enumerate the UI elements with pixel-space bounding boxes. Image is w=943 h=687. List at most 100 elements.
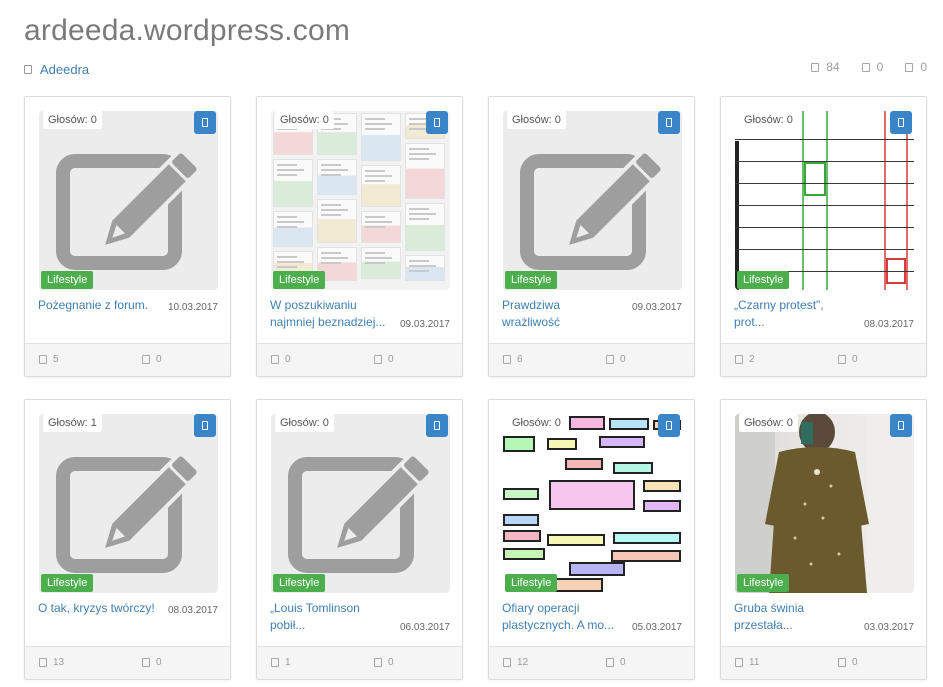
author-row: Adeedra [24,62,89,77]
likes-count: 0 [606,354,626,365]
flowchart-box [609,418,649,430]
comment-icon [735,355,743,364]
comments-count: 13 [39,657,64,668]
category-badge[interactable]: Lifestyle [505,271,558,289]
flowchart-box [503,548,545,560]
post-card[interactable]: Głosów: 0 Lifestyle „Louis Tomlinson pob… [256,399,463,680]
likes-value: 0 [620,657,626,668]
likes-value: 0 [156,354,162,365]
flowchart-box [549,480,635,510]
post-thumbnail[interactable] [503,414,682,593]
screenshot-tile [273,211,313,247]
screenshot-tile [361,211,401,243]
comments-count: 12 [503,657,528,668]
likes-value: 0 [156,657,162,668]
comments-count: 6 [503,354,523,365]
bookmark-button[interactable] [890,111,912,134]
category-badge[interactable]: Lifestyle [273,271,326,289]
likes-value: 0 [388,354,394,365]
post-card[interactable]: Głosów: 0 Lifestyle Ofiary operacji plas… [488,399,695,680]
post-info: „Louis Tomlinson pobił... 06.03.2017 [270,600,450,640]
like-icon [142,658,150,667]
flowchart-box [503,436,535,452]
bookmark-button[interactable] [426,111,448,134]
category-badge[interactable]: Lifestyle [505,574,558,592]
comment-icon [271,355,279,364]
post-info: Gruba świnia przestała... 03.03.2017 [734,600,914,640]
stat-likes: 0 [905,60,927,74]
comments-value: 5 [53,354,59,365]
likes-value: 0 [388,657,394,668]
votes-label: Głosów: 1 [43,414,102,432]
bookmark-button[interactable] [426,414,448,437]
comment-icon [39,355,47,364]
bookmark-icon [898,421,904,430]
post-card[interactable]: Głosów: 0 Lifestyle „Czarny protest", pr… [720,96,927,377]
post-card[interactable]: Głosów: 0 Lifestyle Prawdziwa wrażliwość… [488,96,695,377]
bookmark-icon [202,118,208,127]
bookmark-button[interactable] [194,414,216,437]
category-badge[interactable]: Lifestyle [41,271,94,289]
table-rule [735,227,914,228]
bookmark-button[interactable] [194,111,216,134]
bookmark-icon [666,118,672,127]
like-icon [838,355,846,364]
comment-icon [39,658,47,667]
post-date: 08.03.2017 [860,319,914,330]
category-badge[interactable]: Lifestyle [737,574,790,592]
flowchart-box [613,532,681,544]
likes-count: 0 [374,657,394,668]
post-thumbnail[interactable] [39,414,218,593]
votes-label: Głosów: 0 [739,414,798,432]
post-card[interactable]: Głosów: 0 Lifestyle Pożegnanie z forum. … [24,96,231,377]
post-date: 09.03.2017 [396,319,450,330]
stat-posts-value: 84 [826,60,840,74]
category-badge[interactable]: Lifestyle [737,271,790,289]
table-rule [735,249,914,250]
flowchart-box [611,550,681,562]
likes-icon [905,62,914,72]
table-rule [735,161,914,162]
post-info: Ofiary operacji plastycznych. A mo... 05… [502,600,682,640]
post-thumbnail[interactable] [503,111,682,290]
screenshot-tile [405,143,445,199]
card-footer: 5 0 [25,343,230,376]
post-date: 03.03.2017 [860,622,914,633]
post-date: 08.03.2017 [164,605,218,616]
post-info: Prawdziwa wrażliwość 09.03.2017 [502,297,682,337]
post-thumbnail[interactable] [39,111,218,290]
category-badge[interactable]: Lifestyle [273,574,326,592]
bookmark-button[interactable] [890,414,912,437]
votes-label: Głosów: 0 [275,414,334,432]
post-thumbnail[interactable] [735,414,914,593]
table-rule [735,183,914,184]
edit-pencil-icon [288,455,430,573]
post-thumbnail[interactable] [271,111,450,290]
bookmark-button[interactable] [658,111,680,134]
screenshot-tile [361,247,401,279]
card-footer: 1 0 [257,646,462,679]
site-title[interactable]: ardeeda.wordpress.com [24,14,350,48]
stat-posts: 84 [811,60,840,74]
post-card[interactable]: Głosów: 0 Lifestyle W poszukiwaniu najmn… [256,96,463,377]
post-info: Pożegnanie z forum. 10.03.2017 [38,297,218,337]
bookmark-icon [898,118,904,127]
post-thumbnail[interactable] [271,414,450,593]
bookmark-button[interactable] [658,414,680,437]
post-thumbnail[interactable] [735,111,914,290]
flowchart-box [613,462,653,474]
flowchart-box [599,436,645,448]
flowchart-box [565,458,603,470]
comments-value: 13 [53,657,65,668]
comments-value: 0 [285,354,291,365]
post-card[interactable]: Głosów: 0 Lifestyle Gruba świnia przesta… [720,399,927,680]
votes-label: Głosów: 0 [43,111,102,129]
edit-pencil-icon [520,152,662,270]
edit-pencil-icon [56,152,198,270]
like-icon [374,355,382,364]
post-card[interactable]: Głosów: 1 Lifestyle O tak, kryzys twórcz… [24,399,231,680]
author-link[interactable]: Adeedra [40,62,89,77]
votes-label: Głosów: 0 [739,111,798,129]
flowchart-box [503,530,541,542]
category-badge[interactable]: Lifestyle [41,574,94,592]
